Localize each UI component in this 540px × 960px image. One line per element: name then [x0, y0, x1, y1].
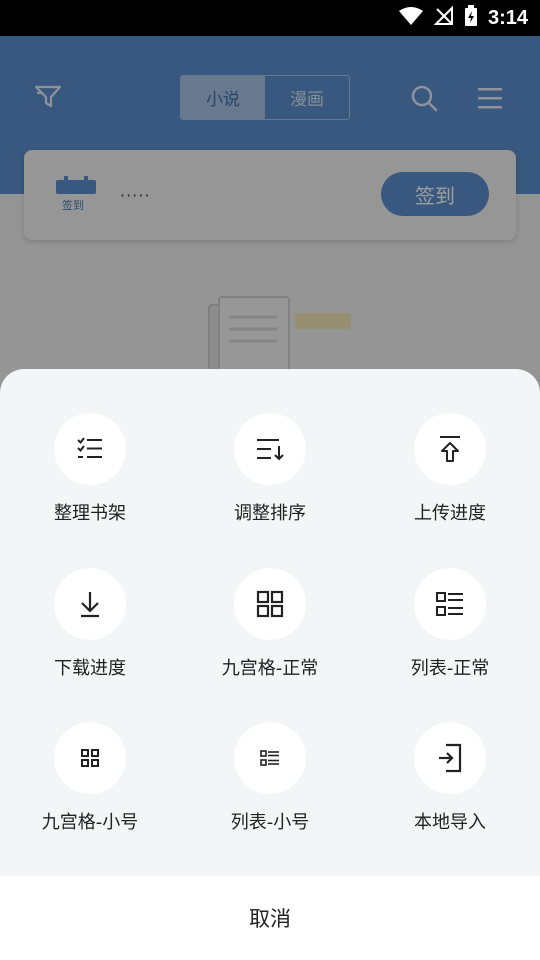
action-upload-progress[interactable]: 上传进度: [360, 369, 540, 524]
action-adjust-sort[interactable]: 调整排序: [180, 369, 360, 524]
action-organize-shelf[interactable]: 整理书架: [0, 369, 180, 524]
grid-icon: [234, 568, 306, 640]
action-label: 上传进度: [414, 503, 486, 524]
battery-charging-icon: [464, 5, 478, 31]
bookshelf-action-sheet: 整理书架 调整排序 上传进度 下载进度 九宫格-正常 列表-正常 九宫格-小号 …: [0, 369, 540, 960]
download-icon: [54, 568, 126, 640]
action-label: 九宫格-正常: [221, 658, 319, 679]
action-label: 列表-正常: [410, 658, 490, 679]
action-list-normal[interactable]: 列表-正常: [360, 524, 540, 679]
action-label: 下载进度: [54, 658, 126, 679]
list-icon: [414, 568, 486, 640]
action-download-progress[interactable]: 下载进度: [0, 524, 180, 679]
list-small-icon: [234, 722, 306, 794]
clock: 3:14: [487, 6, 528, 29]
action-label: 本地导入: [414, 812, 486, 833]
sort-icon: [234, 413, 306, 485]
status-bar: 3:14: [0, 0, 540, 36]
grid-small-icon: [54, 722, 126, 794]
checklist-icon: [54, 413, 126, 485]
no-signal-icon: [433, 5, 454, 30]
action-label: 整理书架: [54, 503, 126, 524]
action-list-small[interactable]: 列表-小号: [180, 678, 360, 833]
action-label: 列表-小号: [230, 812, 310, 833]
action-label: 九宫格-小号: [41, 812, 139, 833]
wifi-icon: [398, 6, 424, 30]
action-local-import[interactable]: 本地导入: [360, 678, 540, 833]
cancel-button[interactable]: 取消: [0, 876, 540, 960]
action-label: 调整排序: [234, 503, 306, 524]
upload-icon: [414, 413, 486, 485]
action-grid-small[interactable]: 九宫格-小号: [0, 678, 180, 833]
action-grid-normal[interactable]: 九宫格-正常: [180, 524, 360, 679]
import-icon: [414, 722, 486, 794]
